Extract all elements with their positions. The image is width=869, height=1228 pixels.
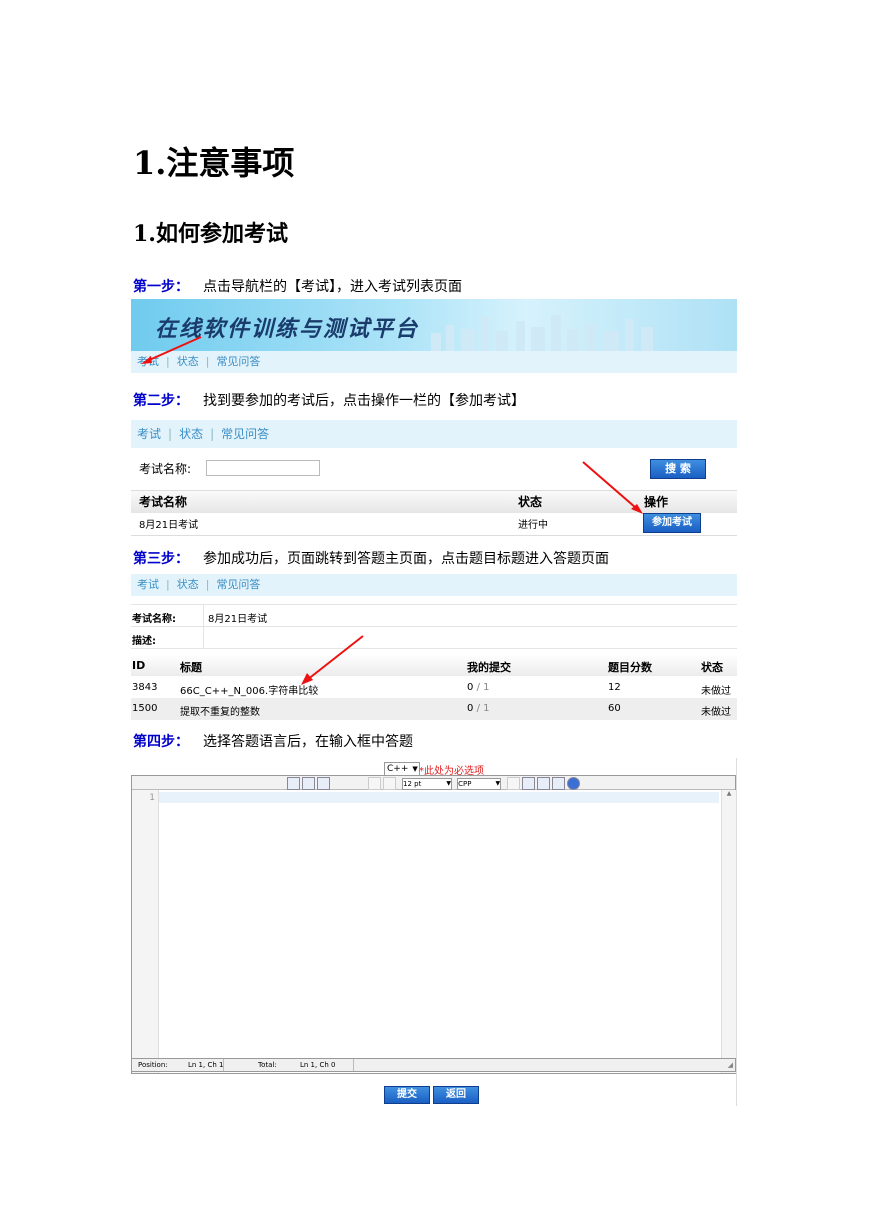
position-label: Position: bbox=[138, 1061, 168, 1069]
arrow-annotation bbox=[141, 336, 202, 364]
syntax-select[interactable]: CPP ▼ bbox=[457, 777, 502, 790]
step-4: 第四步： 选择答题语言后，在输入框中答题 bbox=[133, 731, 413, 751]
step-1: 第一步： 点击导航栏的【考试】，进入考试列表页面 bbox=[133, 276, 462, 296]
step-label: 第三步： bbox=[133, 551, 189, 567]
undo-icon[interactable] bbox=[367, 777, 381, 790]
highlight-icon[interactable] bbox=[507, 777, 521, 790]
screenshot-banner: 在线软件训练与测试平台 考试|状态|常见问答 bbox=[131, 299, 737, 375]
submit-button[interactable]: 提交 bbox=[384, 1086, 430, 1104]
screenshot-editor: C++▼ *此处为必选项 12 pt▼ CPP▼ 1 ▲ ▼ Position:… bbox=[131, 758, 737, 1106]
pen-icon[interactable] bbox=[522, 777, 536, 790]
reset-icon[interactable] bbox=[537, 777, 551, 790]
step-text: 选择答题语言后，在输入框中答题 bbox=[203, 734, 413, 750]
line-number: 1 bbox=[149, 793, 155, 803]
step-text: 参加成功后，页面跳转到答题主页面，点击题目标题进入答题页面 bbox=[203, 551, 609, 567]
resize-grip-icon: ◢ bbox=[727, 1061, 733, 1069]
redo-icon[interactable] bbox=[382, 777, 396, 790]
step-2: 第二步： 找到要参加的考试后，点击操作一栏的【参加考试】 bbox=[133, 390, 525, 410]
current-line bbox=[159, 792, 719, 803]
editor-toolbar: 12 pt ▼ CPP ▼ bbox=[132, 776, 735, 790]
font-size-select[interactable]: 12 pt ▼ bbox=[402, 777, 453, 790]
chevron-down-icon: ▼ bbox=[412, 765, 418, 773]
step-text: 点击导航栏的【考试】，进入考试列表页面 bbox=[203, 279, 462, 295]
arrow-annotation bbox=[582, 461, 643, 514]
total-value: Ln 1, Ch 0 bbox=[300, 1061, 336, 1069]
step-label: 第四步： bbox=[133, 734, 189, 750]
code-editor[interactable]: 12 pt▼ CPP▼ 1 ▲ ▼ bbox=[131, 775, 736, 1074]
step-3: 第三步： 参加成功后，页面跳转到答题主页面，点击题目标题进入答题页面 bbox=[133, 548, 609, 568]
status-bar: Position: Ln 1, Ch 1 Total: Ln 1, Ch 0 ◢ bbox=[131, 1058, 736, 1072]
step-text: 找到要参加的考试后，点击操作一栏的【参加考试】 bbox=[203, 393, 525, 409]
toggle-icon[interactable] bbox=[552, 777, 566, 790]
replace-icon[interactable] bbox=[301, 777, 315, 790]
fullscreen-icon[interactable] bbox=[316, 777, 330, 790]
position-value: Ln 1, Ch 1 bbox=[188, 1061, 224, 1069]
step-label: 第一步： bbox=[133, 279, 189, 295]
total-label: Total: bbox=[258, 1061, 277, 1069]
section-title: 1.如何参加考试 bbox=[133, 221, 288, 247]
page-title: 1.注意事项 bbox=[133, 144, 295, 182]
language-select[interactable]: C++ ▼ bbox=[384, 762, 420, 776]
search-icon[interactable] bbox=[286, 777, 300, 790]
screenshot-exam-list: 考试 | 状态 | 常见问答 考试名称: 搜 索 考试名称 状态 操作 8月21日考试 … bbox=[131, 420, 737, 536]
arrow-annotation bbox=[301, 635, 364, 685]
vertical-scrollbar[interactable]: ▲ ▼ bbox=[721, 790, 736, 1073]
back-button[interactable]: 返回 bbox=[433, 1086, 479, 1104]
scroll-up-icon: ▲ bbox=[726, 790, 732, 797]
step-label: 第二步： bbox=[133, 393, 189, 409]
line-gutter: 1 bbox=[132, 790, 159, 1073]
screenshot-exam-detail: 考试 | 状态 | 常见问答 考试名称: 8月21日考试 描述: ID 标题 我的提交 … bbox=[131, 574, 737, 720]
help-icon[interactable] bbox=[567, 777, 581, 790]
